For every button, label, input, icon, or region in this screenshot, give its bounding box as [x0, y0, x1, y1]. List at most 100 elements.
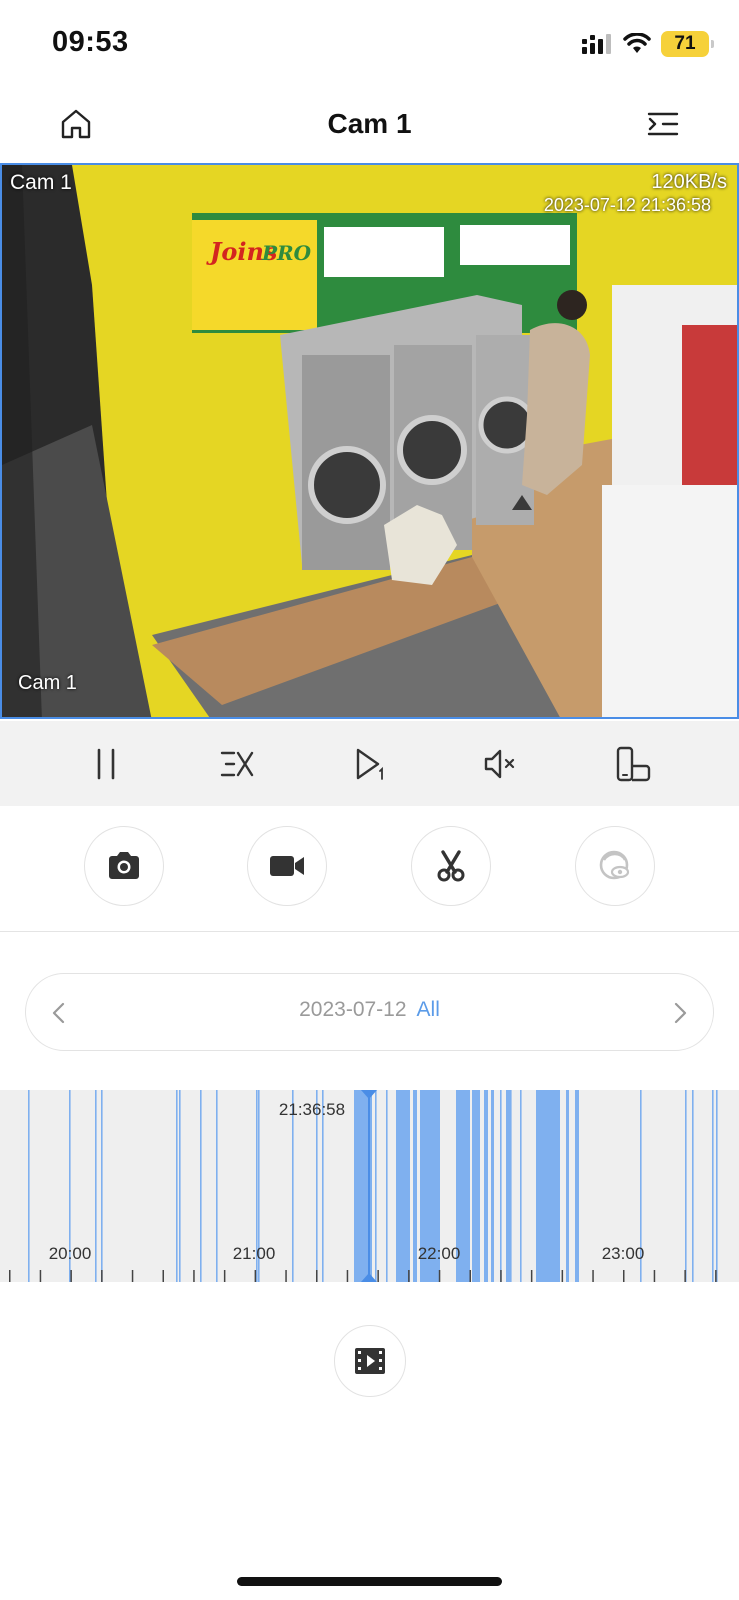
recording-segment: [566, 1090, 569, 1282]
mute-icon: [485, 749, 515, 778]
recording-segment: [101, 1090, 103, 1282]
timeline-tick: [377, 1270, 379, 1282]
nav-bar: Cam 1: [0, 88, 739, 162]
pause-button[interactable]: [82, 740, 130, 788]
timeline-tick: [70, 1270, 72, 1282]
next-date-button[interactable]: [665, 998, 695, 1028]
recording-segment: [506, 1090, 510, 1282]
timeline-tick: [9, 1270, 11, 1282]
bitrate-label: 120KB/s: [651, 171, 727, 193]
recording-segment: [500, 1090, 502, 1282]
timeline-tick: [193, 1270, 195, 1282]
video-timestamp: 2023-07-12 21:36:58: [543, 195, 711, 215]
wifi-icon: [623, 33, 651, 53]
recording-segment: [520, 1090, 522, 1282]
timeline-tick: [254, 1270, 257, 1282]
camera-snapshot-icon: [109, 852, 139, 879]
pause-icon: [97, 748, 115, 779]
scissors-clip-icon: [437, 850, 465, 882]
mute-button[interactable]: [477, 740, 525, 788]
rotate-fullscreen-button[interactable]: [609, 740, 657, 788]
step-frame-button[interactable]: [345, 740, 393, 788]
timeline-tick: [162, 1270, 164, 1282]
timeline-tick: [101, 1270, 103, 1282]
timeline-tick: [131, 1270, 134, 1282]
recording-segment: [200, 1090, 202, 1282]
timeline-hour-label: 22:00: [417, 1244, 461, 1263]
timeline-current-time: 21:36:58: [278, 1100, 346, 1119]
battery-indicator: 71: [661, 31, 714, 57]
video-record-icon: [270, 856, 304, 876]
timeline-tick: [316, 1270, 318, 1282]
channel-list-icon: [647, 112, 679, 136]
date-display[interactable]: 2023-07-12 All: [26, 998, 713, 1022]
video-clip-icon: [355, 1348, 385, 1374]
channel-label-bottom: Cam 1: [18, 672, 77, 694]
recording-segment: [28, 1090, 30, 1282]
status-icons: 71: [581, 30, 714, 58]
timeline-tick: [561, 1270, 564, 1282]
timeline-tick: [39, 1270, 42, 1282]
step-frame-icon: [357, 748, 384, 780]
timeline-tick: [592, 1270, 594, 1282]
timeline-tick: [346, 1270, 349, 1282]
timeline-tick: [653, 1270, 656, 1282]
timeline-tick: [469, 1270, 471, 1282]
recording-segment: [375, 1090, 377, 1282]
date-selector: 2023-07-12 All: [25, 973, 714, 1051]
rotate-fullscreen-icon: [616, 746, 651, 781]
privacy-eye-icon: [599, 850, 630, 880]
recording-segment: [484, 1090, 488, 1282]
channel-label-top: Cam 1: [10, 171, 72, 194]
menu-button[interactable]: [645, 106, 681, 142]
timeline-hour-label: 21:00: [232, 1244, 276, 1263]
snapshot-button[interactable]: [84, 826, 164, 906]
page-title: Cam 1: [327, 108, 412, 139]
recording-segment: [216, 1090, 218, 1282]
playback-control-bar: [0, 721, 739, 806]
status-bar: 09:53 71: [0, 0, 739, 88]
playback-speed-button[interactable]: [214, 740, 262, 788]
recording-segment: [510, 1090, 512, 1282]
selected-date: 2023-07-12: [299, 998, 407, 1021]
record-button[interactable]: [247, 826, 327, 906]
camera-feed-image: Joins PRO: [2, 165, 737, 717]
chevron-right-icon: [674, 1002, 687, 1024]
section-divider: [0, 931, 739, 932]
recording-segment: [536, 1090, 560, 1282]
timeline-tick: [438, 1270, 441, 1282]
timeline-tick: [408, 1270, 410, 1282]
recording-segment: [413, 1090, 417, 1282]
cellular-signal-icon: [582, 34, 611, 54]
recording-segment: [491, 1090, 494, 1282]
battery-level: 71: [674, 33, 696, 54]
recording-segment: [95, 1090, 97, 1282]
recording-timeline[interactable]: 21:36:58 20:00 21:00 22:00 23:00: [0, 1090, 739, 1282]
recording-segment: [396, 1090, 410, 1282]
video-clips-button[interactable]: [334, 1325, 406, 1397]
timeline-tick: [500, 1270, 502, 1282]
home-indicator[interactable]: [237, 1577, 502, 1586]
status-time: 09:53: [52, 26, 129, 58]
action-row: [0, 826, 739, 910]
timeline-playhead[interactable]: [368, 1090, 370, 1282]
recording-segment: [692, 1090, 694, 1282]
recording-segment: [176, 1090, 178, 1282]
clip-button[interactable]: [411, 826, 491, 906]
recording-segment: [386, 1090, 388, 1282]
recording-segment: [472, 1090, 480, 1282]
recording-segment: [685, 1090, 687, 1282]
recording-segment: [179, 1090, 181, 1282]
svg-text:PRO: PRO: [261, 241, 312, 265]
recording-segment: [575, 1090, 579, 1282]
timeline-tick: [715, 1270, 717, 1282]
timeline-hour-label: 20:00: [48, 1244, 92, 1263]
video-player[interactable]: Joins PRO Cam 1 120KB/s 2023-07-12 21:36…: [0, 163, 739, 719]
privacy-button[interactable]: [575, 826, 655, 906]
timeline-tick: [684, 1270, 686, 1282]
record-filter[interactable]: All: [417, 998, 440, 1021]
timeline-hour-label: 23:00: [601, 1244, 645, 1263]
timeline-tick: [223, 1270, 226, 1282]
timeline-tick: [530, 1270, 533, 1282]
timeline-tick: [623, 1270, 625, 1282]
